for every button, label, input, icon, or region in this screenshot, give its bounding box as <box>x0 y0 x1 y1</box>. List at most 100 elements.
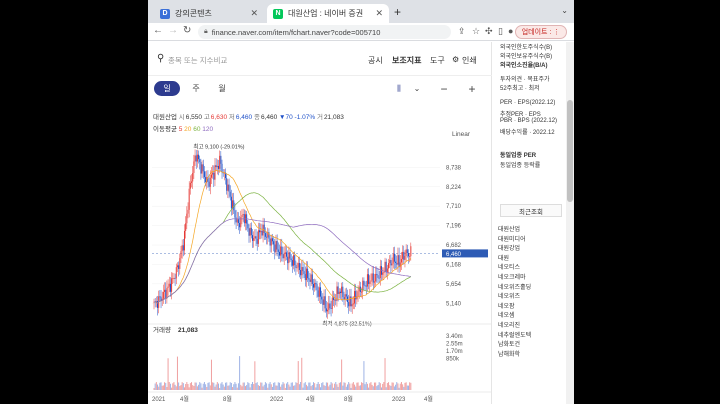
volume-bar <box>345 386 347 390</box>
indicators-button[interactable]: 보조지표 <box>392 55 421 66</box>
update-label: 업데이트 : <box>521 29 552 36</box>
recent-item[interactable]: 네추럴엔도텍 <box>498 330 564 340</box>
candle-body <box>255 236 257 240</box>
profile-avatar-icon[interactable]: ● <box>508 26 513 36</box>
tools-button[interactable]: 도구 <box>430 55 445 66</box>
recent-item[interactable]: 네오셈 <box>498 310 564 320</box>
candle-body <box>403 252 405 260</box>
tab-close-icon[interactable]: ✕ <box>375 8 383 19</box>
recent-item[interactable]: 남화토건 <box>498 339 564 349</box>
recent-item[interactable]: 네오크레마 <box>498 272 564 282</box>
volume-bar <box>264 382 266 390</box>
volume-bar <box>287 382 289 390</box>
volume-bar <box>215 384 217 390</box>
candle-body <box>281 246 283 255</box>
candle-body <box>257 230 259 244</box>
candle-body <box>296 267 298 269</box>
volume-bar <box>364 384 366 390</box>
address-bar[interactable]: 🔒︎ finance.naver.com/item/fchart.naver?c… <box>198 25 451 39</box>
volume-bar <box>281 384 283 390</box>
x-axis-label: 4월 <box>306 395 315 403</box>
volume-bar <box>381 387 383 390</box>
back-arrow-icon[interactable]: ← <box>153 25 163 36</box>
price-chart[interactable]: 8,738 8,224 7,710 7,196 6,682 6,168 5,654 5,140… <box>148 140 492 404</box>
period-daily[interactable]: 일 <box>154 81 180 96</box>
page-scrollbar[interactable] <box>566 42 574 404</box>
volume-bar <box>159 382 161 390</box>
period-monthly[interactable]: 월 <box>216 81 228 96</box>
candle-body <box>289 252 291 259</box>
candle-body <box>157 301 159 308</box>
tab-close-icon[interactable]: ✕ <box>250 8 258 19</box>
new-tab-icon[interactable]: + <box>394 5 401 19</box>
candle-body <box>335 299 337 301</box>
candle-body <box>405 249 407 257</box>
recent-item[interactable]: 대원강업 <box>498 243 564 253</box>
recent-item[interactable]: 네오위즈 <box>498 291 564 301</box>
candle-body <box>233 200 235 211</box>
open-label: 시 <box>178 114 185 121</box>
recent-views-tab[interactable]: 최근조회 <box>500 204 562 217</box>
volume-bar <box>179 386 181 390</box>
candle-body <box>371 273 373 281</box>
tab-lecture-content[interactable]: D 강의콘텐츠 ✕ <box>154 4 264 23</box>
search-icon[interactable]: ⚲ <box>157 53 164 64</box>
volume-bar <box>297 361 299 390</box>
volume-bar <box>195 382 197 390</box>
update-button[interactable]: 업데이트 : ⋮ <box>515 25 567 39</box>
bookmark-star-icon[interactable]: ☆ <box>472 26 480 37</box>
volume-bar <box>335 382 337 390</box>
volume-bar <box>165 382 167 390</box>
scale-mode-select[interactable]: Linear <box>452 131 470 138</box>
candle-body <box>300 270 302 276</box>
candle-body <box>383 272 385 273</box>
volume-bar <box>273 382 275 390</box>
candle-body <box>181 245 183 252</box>
volume-bar <box>270 384 272 390</box>
recent-item[interactable]: 네오리진 <box>498 320 564 330</box>
recent-item[interactable]: 대원 <box>498 253 564 263</box>
reload-icon[interactable]: ↻ <box>183 25 191 36</box>
search-input[interactable]: 종목 또는 지수비교 <box>168 55 227 66</box>
tab-search-chevron-icon[interactable]: ⌄ <box>561 6 568 15</box>
candle-type-icon[interactable]: ⫼ <box>392 81 406 96</box>
volume-bar <box>208 382 210 390</box>
recent-item[interactable]: 네오팜 <box>498 301 564 311</box>
disclosure-button[interactable]: 공시 <box>368 55 383 66</box>
side-panel-icon[interactable]: ▯ <box>498 26 503 37</box>
chart-type-chevron-icon[interactable]: ⌄ <box>412 81 422 96</box>
recent-item[interactable]: 네오위즈홀딩 <box>498 282 564 292</box>
candle-body <box>366 274 368 287</box>
recent-item[interactable]: 네오티스 <box>498 262 564 272</box>
letterbox-left <box>0 0 148 404</box>
zoom-out-icon[interactable]: − <box>438 81 450 96</box>
candle-body <box>317 290 319 297</box>
zoom-in-icon[interactable]: + <box>466 81 478 96</box>
period-weekly[interactable]: 주 <box>190 81 202 96</box>
recent-item[interactable]: 남해화학 <box>498 349 564 359</box>
volume-bar <box>325 382 327 390</box>
candle-body <box>391 263 393 266</box>
scrollbar-thumb[interactable] <box>567 100 573 202</box>
candle-body <box>200 162 202 174</box>
candle-body <box>280 246 282 256</box>
print-button[interactable]: 인쇄 <box>462 55 477 66</box>
volume-bar <box>351 383 353 390</box>
tab-naver-finance[interactable]: N 대원산업 : 네이버 증권 ✕ <box>267 4 389 23</box>
volume-bar <box>232 387 234 390</box>
volume-bar <box>243 382 245 390</box>
volume-bar <box>294 385 296 390</box>
stock-name: 대원산업 <box>153 114 177 121</box>
recent-item[interactable]: 대원미디어 <box>498 234 564 244</box>
print-icon[interactable]: ⚙ <box>452 55 459 64</box>
extensions-puzzle-icon[interactable]: ✣ <box>485 26 493 37</box>
price-axis-label: 7,196 <box>446 224 462 230</box>
volume-bar <box>209 385 211 390</box>
share-icon[interactable]: ⇪ <box>458 26 466 37</box>
volume-bar <box>226 382 228 390</box>
volume-bar <box>219 387 221 390</box>
recent-item[interactable]: 대원산업 <box>498 224 564 234</box>
ma60-line <box>153 192 412 304</box>
forward-arrow-icon[interactable]: → <box>168 25 178 36</box>
candle-body <box>410 246 412 257</box>
